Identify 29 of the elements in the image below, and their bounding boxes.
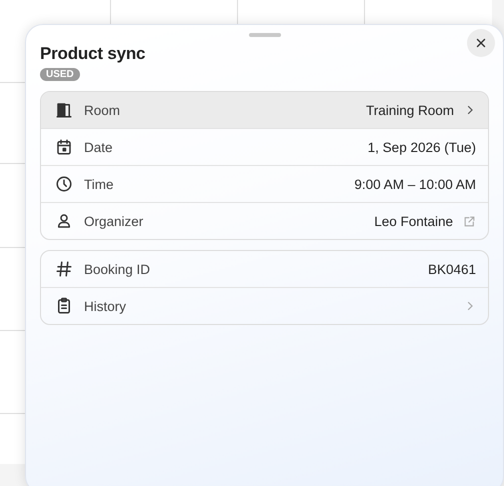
person-icon — [55, 212, 73, 230]
row-label: Booking ID — [84, 262, 152, 276]
drag-handle[interactable] — [248, 33, 280, 37]
detail-row[interactable]: Booking ID BK0461 — [41, 251, 488, 287]
row-label: History — [84, 298, 128, 314]
row-label: Date — [84, 140, 114, 154]
calendar-icon — [55, 138, 73, 156]
detail-row[interactable]: History — [41, 287, 488, 324]
detail-row[interactable]: Time 9:00 AM – 10:00 AM — [41, 165, 488, 202]
row-label: Time — [84, 176, 114, 192]
row-value: Training Room — [366, 102, 454, 118]
row-value: 1, Sep 2026 (Tue) — [368, 140, 476, 154]
clipboard-icon — [55, 297, 73, 315]
row-label: Organizer — [84, 214, 144, 228]
row-value: Leo Fontaine — [374, 214, 453, 228]
close-button[interactable] — [467, 29, 495, 57]
hash-icon — [55, 260, 73, 278]
row-label: Room — [84, 102, 122, 118]
status-badge: USED — [40, 68, 80, 81]
close-icon — [474, 36, 488, 50]
detail-row[interactable]: Room Training Room — [41, 92, 488, 128]
external-link-icon — [463, 214, 476, 228]
detail-row[interactable]: Date 1, Sep 2026 (Tue) — [41, 128, 488, 165]
sheet-title: Product sync — [40, 44, 146, 64]
row-value: 9:00 AM – 10:00 AM — [354, 176, 476, 192]
detail-row[interactable]: Organizer Leo Fontaine — [41, 202, 488, 239]
clock-icon — [55, 175, 73, 193]
row-value: BK0461 — [428, 262, 476, 276]
door-icon — [55, 101, 73, 119]
